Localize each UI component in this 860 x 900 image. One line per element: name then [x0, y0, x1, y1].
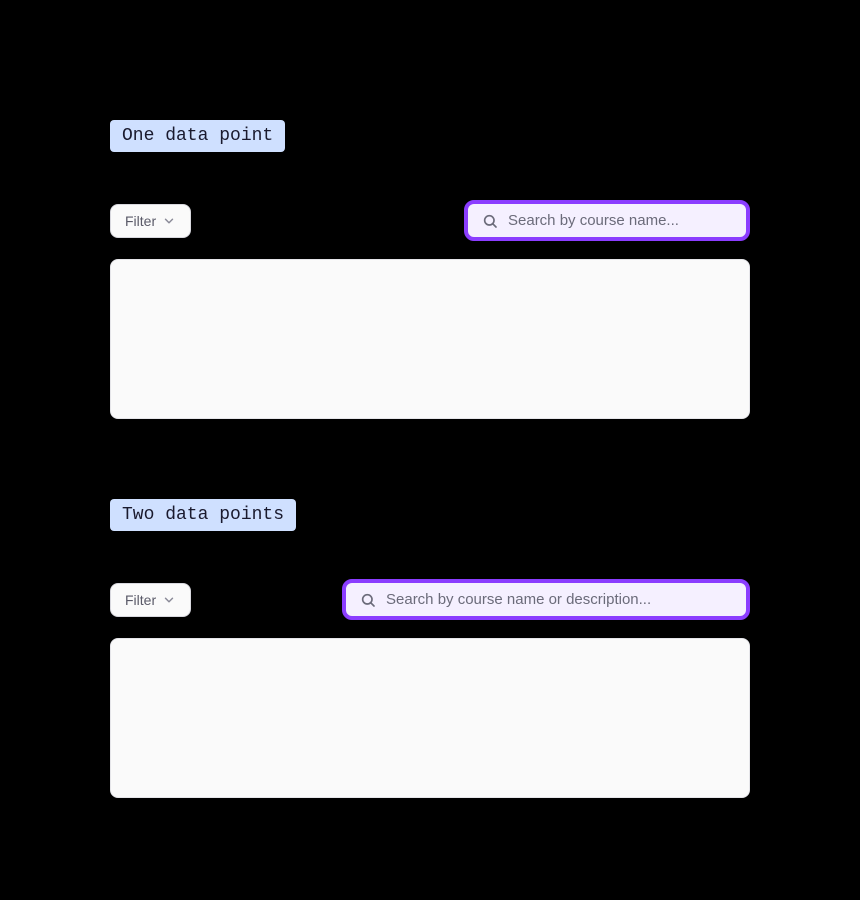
- example-section-two: Two data points Filter: [110, 499, 750, 798]
- search-input[interactable]: [508, 212, 732, 229]
- chevron-down-icon: [162, 214, 176, 228]
- toolbar: Filter: [110, 200, 750, 241]
- content-area: [110, 259, 750, 419]
- filter-button-label: Filter: [125, 592, 156, 608]
- search-icon: [360, 592, 376, 608]
- chevron-down-icon: [162, 593, 176, 607]
- section-label: One data point: [110, 120, 285, 152]
- search-field[interactable]: [342, 579, 750, 620]
- example-section-one: One data point Filter: [110, 120, 750, 419]
- filter-button[interactable]: Filter: [110, 583, 191, 617]
- toolbar: Filter: [110, 579, 750, 620]
- content-area: [110, 638, 750, 798]
- section-label: Two data points: [110, 499, 296, 531]
- search-input[interactable]: [386, 591, 732, 608]
- filter-button[interactable]: Filter: [110, 204, 191, 238]
- search-field[interactable]: [464, 200, 750, 241]
- filter-button-label: Filter: [125, 213, 156, 229]
- search-icon: [482, 213, 498, 229]
